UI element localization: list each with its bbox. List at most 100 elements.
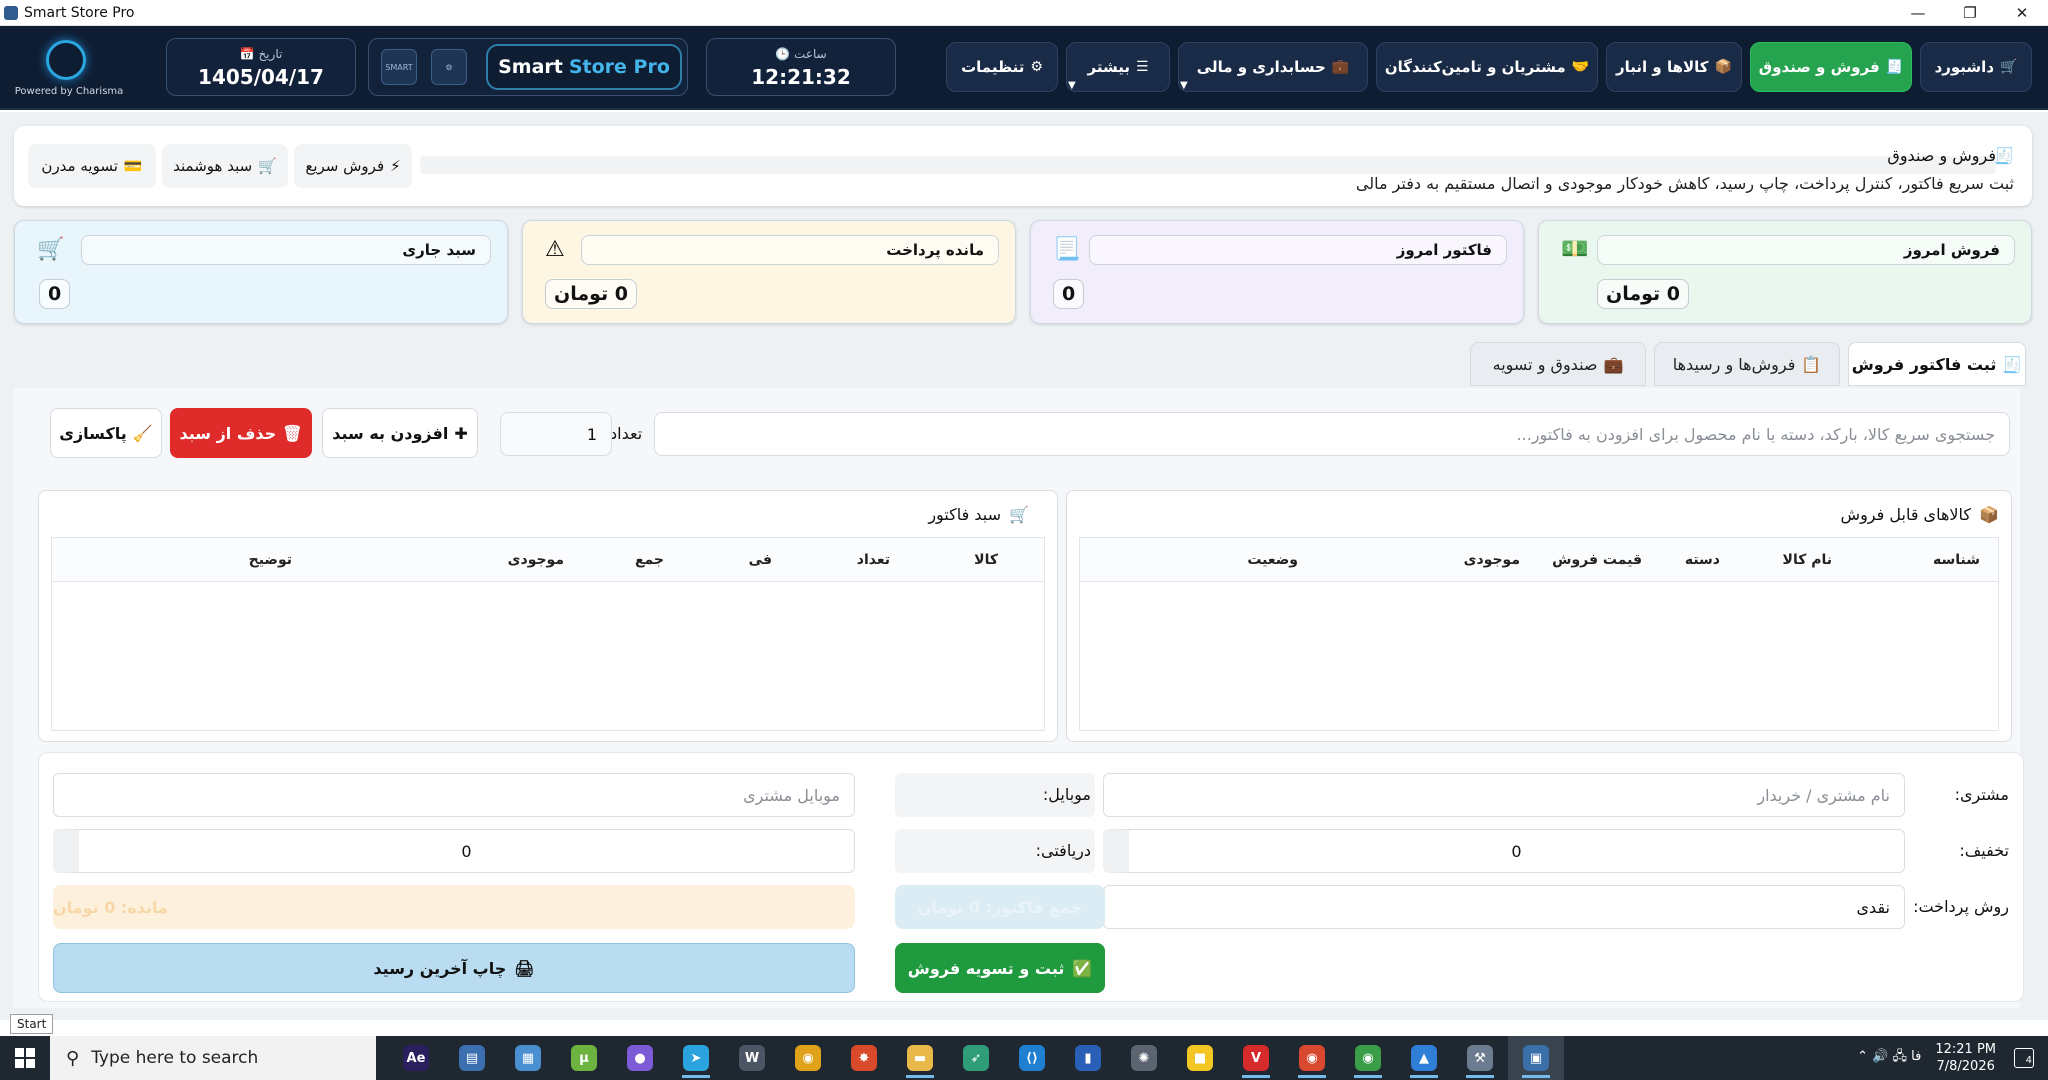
cart-table[interactable]: کالا تعداد فی جمع موجودی توضیح — [51, 537, 1045, 731]
products-panel: کالاهای قابل فروش 📦 شناسه نام کالا دسته … — [1066, 490, 2012, 742]
customer-name-input[interactable]: نام مشتری / خریدار — [1103, 773, 1905, 817]
chatgpt-app[interactable]: ✺ — [1116, 1036, 1172, 1080]
taskbar-search-placeholder: Type here to search — [91, 1048, 259, 1068]
gallery-app-icon: ▦ — [515, 1045, 541, 1071]
print-receipt-button[interactable]: 🖨 چاپ آخرین رسید — [53, 943, 855, 993]
smart-cart-button[interactable]: 🛒 سبد هوشمند — [162, 144, 288, 188]
chart-app[interactable]: ▮ — [1060, 1036, 1116, 1080]
time-label: 🕒 ساعت — [775, 47, 827, 61]
telegram-app[interactable]: ➤ — [668, 1036, 724, 1080]
windows-icon — [15, 1048, 35, 1068]
nav-settings[interactable]: ⚙ تنظیمات — [946, 42, 1058, 92]
nav-customers-suppliers[interactable]: 🤝 مشتریان و تامین‌کنندگان — [1376, 42, 1598, 92]
file-explorer-app[interactable]: ▬ — [892, 1036, 948, 1080]
col-unit-price[interactable]: فی — [749, 552, 772, 568]
brand-title: Smart Store Pro — [486, 44, 682, 90]
modern-settlement-button[interactable]: 💳 تسویه مدرن — [28, 144, 156, 188]
col-qty[interactable]: تعداد — [857, 552, 890, 568]
nav-label: داشبورد — [1934, 58, 1995, 76]
col-description[interactable]: توضیح — [249, 552, 292, 568]
col-stock[interactable]: موجودی — [1464, 552, 1520, 568]
maximize-button[interactable]: ❐ — [1944, 0, 1996, 26]
tab-cash-settlement[interactable]: 💼 صندوق و تسویه — [1470, 342, 1646, 386]
tray-icons[interactable]: ⌃ 🔊 🖧 فا — [1857, 1047, 1921, 1069]
quick-sale-button[interactable]: ⚡ فروش سریع — [294, 144, 412, 188]
chrome-app[interactable]: ◉ — [780, 1036, 836, 1080]
nav-products-warehouse[interactable]: 📦 کالاها و انبار — [1606, 42, 1742, 92]
app-icon — [4, 5, 18, 20]
col-total[interactable]: جمع — [635, 552, 664, 568]
scanner-app[interactable]: ▤ — [444, 1036, 500, 1080]
smart-logo-icon: SMART — [381, 49, 417, 85]
utorrent-app[interactable]: µ — [556, 1036, 612, 1080]
discount-input[interactable]: 0 — [1103, 829, 1905, 873]
chevron-down-icon[interactable]: ▼ — [1068, 80, 1076, 91]
col-name[interactable]: نام کالا — [1783, 552, 1832, 568]
nav-more[interactable]: ☰ بیشتر — [1066, 42, 1170, 92]
wordpress-app[interactable]: W — [724, 1036, 780, 1080]
note-app[interactable]: ■ — [1172, 1036, 1228, 1080]
vscode-app[interactable]: ⟨⟩ — [1004, 1036, 1060, 1080]
gear-icon: ⚙ — [1030, 59, 1043, 75]
received-label: دریافتی: — [1035, 841, 1091, 860]
product-search-input[interactable]: جستجوی سریع کالا، بارکد، دسته یا نام محص… — [654, 412, 2010, 456]
payment-method-select[interactable]: نقدی — [1103, 885, 1905, 929]
document-icon: 📃 — [1053, 237, 1081, 262]
clear-button[interactable]: 🧹 پاکسازی — [50, 408, 162, 458]
nav-label: حسابداری و مالی — [1196, 58, 1326, 76]
python-app[interactable]: ▣ — [1508, 1036, 1564, 1080]
col-price[interactable]: قیمت فروش — [1552, 552, 1642, 568]
after-effects-app[interactable]: Ae — [388, 1036, 444, 1080]
close-button[interactable]: ✕ — [1996, 0, 2048, 26]
date-label: 📅 تاریخ — [239, 47, 283, 61]
quick-label: فروش سریع — [305, 157, 385, 175]
nav-accounting-finance[interactable]: 💼 حسابداری و مالی — [1178, 42, 1368, 92]
tab-sales-receipts[interactable]: 📋 فروش‌ها و رسیدها — [1654, 342, 1840, 386]
nav-dashboard[interactable]: 🛒 داشبورد — [1920, 42, 2032, 92]
notification-icon[interactable]: 4 — [2014, 1048, 2034, 1068]
nav-sales-register[interactable]: 🧾 فروش و صندوق — [1750, 42, 1912, 92]
tools-app-icon: ⚒ — [1467, 1045, 1493, 1071]
check-icon: ✅ — [1072, 958, 1093, 978]
star-app[interactable]: ✸ — [836, 1036, 892, 1080]
remove-from-cart-button[interactable]: 🗑 حذف از سبد — [170, 408, 312, 458]
add-to-cart-button[interactable]: ✚ افزودن به سبد — [322, 408, 478, 458]
tools-app[interactable]: ⚒ — [1452, 1036, 1508, 1080]
plus-icon: ✚ — [454, 423, 468, 443]
chevron-down-icon[interactable]: ▼ — [1180, 80, 1188, 91]
col-id[interactable]: شناسه — [1933, 552, 1980, 568]
photos-app[interactable]: ▲ — [1396, 1036, 1452, 1080]
broom-icon: 🧹 — [132, 423, 153, 443]
taskbar-clock[interactable]: 12:21 PM 7/8/2026 — [1935, 1041, 1996, 1075]
col-category[interactable]: دسته — [1685, 552, 1720, 568]
cart-icon: 🛒 — [258, 157, 277, 175]
received-input[interactable]: 0 — [53, 829, 855, 873]
stat-value: 0 تومان — [545, 279, 638, 309]
mic-app[interactable]: ● — [612, 1036, 668, 1080]
brand-part1: Smart — [498, 56, 563, 78]
quick-label: تسویه مدرن — [41, 157, 118, 175]
products-table[interactable]: شناسه نام کالا دسته قیمت فروش موجودی وضع… — [1079, 537, 1999, 731]
col-stock[interactable]: موجودی — [508, 552, 564, 568]
minimize-button[interactable]: — — [1892, 0, 1944, 26]
nav-label: مشتریان و تامین‌کنندگان — [1384, 58, 1566, 76]
chrome-app-2[interactable]: ◉ — [1284, 1036, 1340, 1080]
tab-register-invoice[interactable]: 🧾 ثبت فاکتور فروش — [1848, 342, 2026, 386]
gallery-app[interactable]: ▦ — [500, 1036, 556, 1080]
cart-table-header: کالا تعداد فی جمع موجودی توضیح — [52, 538, 1044, 582]
gear-logo-icon: ⚙ — [431, 49, 467, 85]
col-status[interactable]: وضعیت — [1247, 552, 1298, 568]
qty-input[interactable]: 1 — [500, 412, 612, 456]
nav-label: بیشتر — [1087, 58, 1130, 76]
vivaldi-app[interactable]: V — [1228, 1036, 1284, 1080]
customer-mobile-input[interactable]: موبایل مشتری — [53, 773, 855, 817]
cursor-app[interactable]: ➶ — [948, 1036, 1004, 1080]
chrome-app-3[interactable]: ◉ — [1340, 1036, 1396, 1080]
submit-sale-button[interactable]: ✅ ثبت و تسویه فروش — [895, 943, 1105, 993]
start-button[interactable] — [0, 1036, 50, 1080]
mobile-label: موبایل: — [1042, 785, 1091, 804]
stat-current-cart: 🛒 سبد جاری 0 — [14, 220, 508, 324]
col-item[interactable]: کالا — [974, 552, 998, 568]
start-tooltip: Start — [10, 1014, 54, 1034]
taskbar-search-input[interactable]: ⚲ Type here to search — [50, 1036, 376, 1080]
